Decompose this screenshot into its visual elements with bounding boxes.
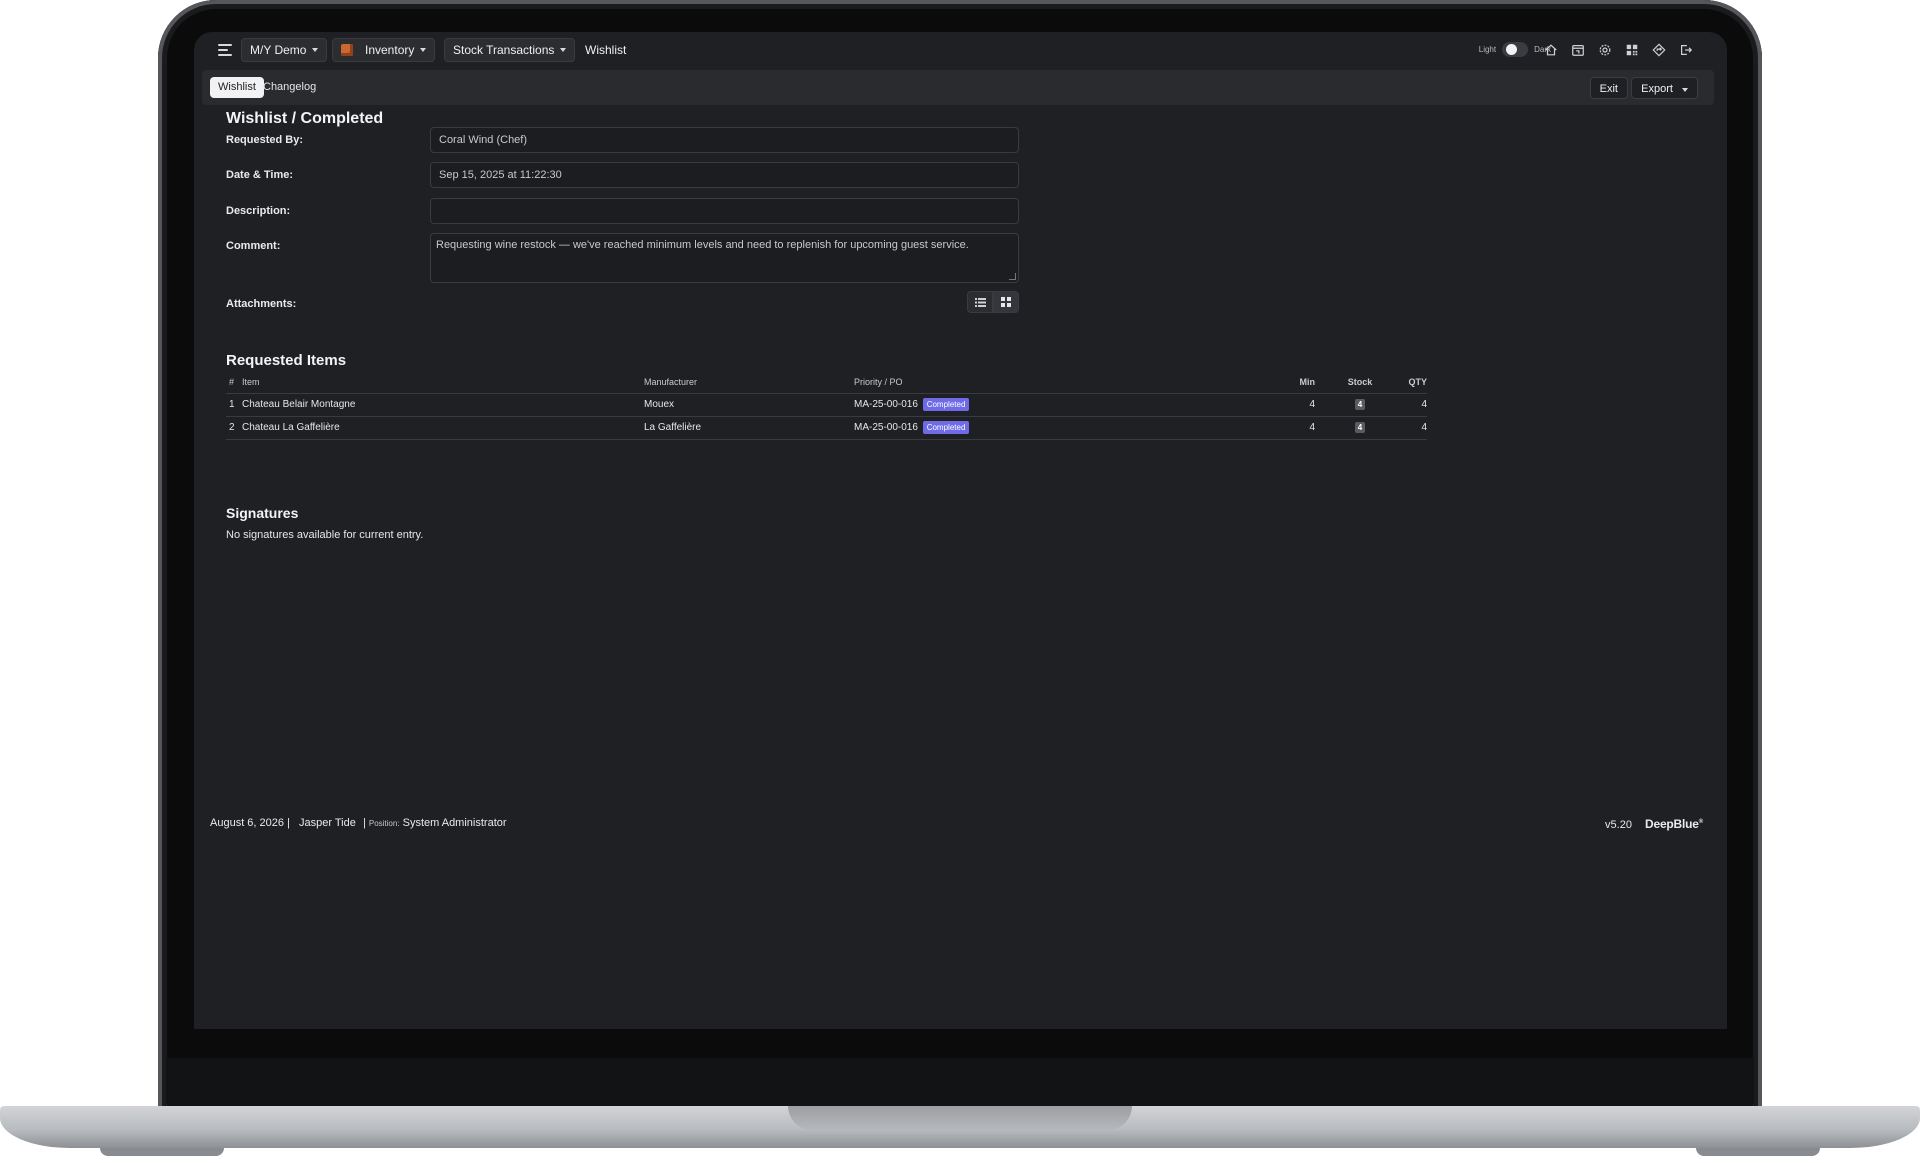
col-min: Min xyxy=(1299,377,1316,387)
chevron-down-icon xyxy=(312,48,319,52)
laptop-chin xyxy=(166,1058,1754,1106)
datetime-label: Date & Time: xyxy=(226,169,294,181)
footer-user: Jasper Tide xyxy=(299,817,356,829)
top-nav: M/Y Demo Inventory Stock Transactions Wi… xyxy=(194,32,1727,68)
row-item: Chateau La Gaffelière xyxy=(242,422,340,433)
comment-field[interactable]: Requesting wine restock — we've reached … xyxy=(430,233,1019,283)
chevron-down-icon xyxy=(420,48,427,52)
row-qty: 4 xyxy=(1421,399,1427,410)
tab-changelog[interactable]: Changelog xyxy=(255,77,324,98)
module-dropdown[interactable]: Inventory xyxy=(332,38,436,62)
po-number: MA-25-00-016 xyxy=(854,422,918,433)
theme-toggle[interactable] xyxy=(1502,42,1529,57)
footer-date: August 6, 2026 xyxy=(210,817,285,829)
laptop-notch xyxy=(788,1106,1132,1130)
col-number: # xyxy=(229,377,235,387)
theme-switch: Light Dark xyxy=(1479,42,1551,57)
menu-icon[interactable] xyxy=(218,44,232,56)
row-stock: 4 xyxy=(1345,399,1375,410)
row-qty: 4 xyxy=(1421,422,1427,433)
stock-pill: 4 xyxy=(1354,399,1366,410)
col-stock: Stock xyxy=(1347,377,1373,387)
table-row[interactable]: 1 Chateau Belair Montagne Mouex MA-25-00… xyxy=(226,393,1427,416)
status-badge[interactable]: Completed xyxy=(922,398,970,411)
breadcrumb-current: Wishlist xyxy=(585,43,627,57)
col-priority-po: Priority / PO xyxy=(854,377,903,387)
cube-icon xyxy=(341,44,353,56)
row-manufacturer: La Gaffelière xyxy=(644,422,702,433)
export-label: Export xyxy=(1641,83,1673,95)
brand-name: DeepBlue xyxy=(1645,817,1699,831)
version-number: v5.20 xyxy=(1605,819,1632,831)
theme-light-label: Light xyxy=(1478,45,1497,54)
version-info: v5.20 DeepBlue® xyxy=(1605,817,1703,831)
section-dropdown[interactable]: Stock Transactions xyxy=(444,38,576,62)
status-footer: August 6, 2026 | Jasper Tide | Position:… xyxy=(210,817,507,829)
col-manufacturer: Manufacturer xyxy=(644,377,698,387)
requested-by-label: Requested By: xyxy=(226,134,304,146)
logout-icon[interactable] xyxy=(1678,42,1693,57)
row-priority-po: MA-25-00-016 Completed xyxy=(854,421,970,434)
table-row[interactable]: 2 Chateau La Gaffelière La Gaffelière MA… xyxy=(226,416,1427,439)
module-label: Inventory xyxy=(365,43,415,57)
stock-pill: 4 xyxy=(1354,422,1366,433)
description-field[interactable] xyxy=(430,198,1019,224)
laptop-foot xyxy=(100,1148,224,1156)
chevron-down-icon xyxy=(1682,88,1688,92)
description-label: Description: xyxy=(226,205,291,217)
footer-position-label: Position: xyxy=(368,819,400,828)
row-priority-po: MA-25-00-016 Completed xyxy=(854,398,970,411)
requested-by-field[interactable]: Coral Wind (Chef) xyxy=(430,127,1019,153)
page-title: Wishlist / Completed xyxy=(226,110,384,127)
signatures-title: Signatures xyxy=(226,505,299,521)
row-min: 4 xyxy=(1309,422,1315,433)
requested-items-title: Requested Items xyxy=(226,352,347,369)
qr-icon[interactable] xyxy=(1624,42,1639,57)
brand-logo: DeepBlue® xyxy=(1645,817,1703,831)
laptop-foot xyxy=(1696,1148,1820,1156)
attachments-label: Attachments: xyxy=(226,298,297,310)
row-item: Chateau Belair Montagne xyxy=(242,399,356,410)
table-divider xyxy=(226,439,1427,440)
po-number: MA-25-00-016 xyxy=(854,399,918,410)
footer-separator: | xyxy=(362,817,366,829)
row-number: 1 xyxy=(229,399,235,410)
comment-label: Comment: xyxy=(226,240,281,252)
home-icon[interactable] xyxy=(1543,42,1558,57)
footer-separator: | xyxy=(287,817,293,829)
row-number: 2 xyxy=(229,422,235,433)
col-qty: QTY xyxy=(1408,377,1427,387)
toolbar-icons xyxy=(1543,42,1693,57)
row-stock: 4 xyxy=(1345,422,1375,433)
grid-view-icon[interactable] xyxy=(993,291,1019,313)
chevron-down-icon xyxy=(560,48,567,52)
comment-text: Requesting wine restock — we've reached … xyxy=(436,239,969,251)
signatures-empty-text: No signatures available for current entr… xyxy=(226,529,424,541)
col-item: Item xyxy=(242,377,260,387)
footer-position-value: System Administrator xyxy=(402,817,507,829)
brand-mark: ® xyxy=(1698,819,1703,825)
section-label: Stock Transactions xyxy=(453,43,555,57)
gear-icon[interactable] xyxy=(1597,42,1612,57)
calendar-icon[interactable] xyxy=(1570,42,1585,57)
status-badge[interactable]: Completed xyxy=(922,421,970,434)
exit-button[interactable]: Exit xyxy=(1589,77,1628,99)
list-view-icon[interactable] xyxy=(967,291,993,313)
diamond-arrow-icon[interactable] xyxy=(1651,42,1666,57)
sub-toolbar: Wishlist Changelog Exit Export xyxy=(202,70,1714,105)
vessel-dropdown[interactable]: M/Y Demo xyxy=(241,38,328,62)
resize-handle-icon[interactable] xyxy=(1009,273,1016,280)
row-min: 4 xyxy=(1309,399,1315,410)
app-screen: M/Y Demo Inventory Stock Transactions Wi… xyxy=(194,32,1727,1029)
row-manufacturer: Mouex xyxy=(644,399,675,410)
vessel-label: M/Y Demo xyxy=(250,43,307,57)
datetime-field[interactable]: Sep 15, 2025 at 11:22:30 xyxy=(430,162,1019,188)
export-button[interactable]: Export xyxy=(1631,77,1698,99)
